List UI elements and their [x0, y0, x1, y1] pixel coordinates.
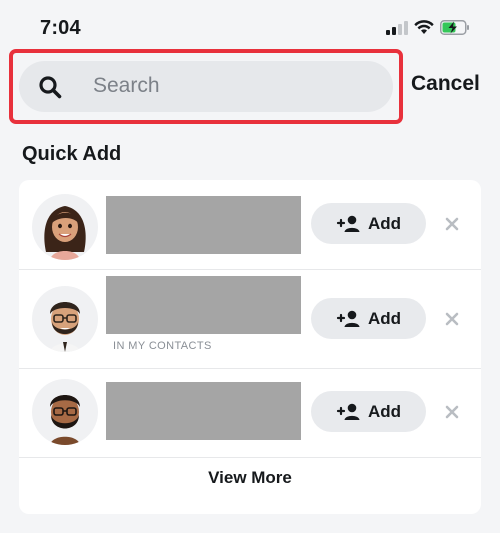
search-input[interactable]: Search [19, 61, 393, 112]
list-item: Add [19, 180, 481, 270]
avatar [32, 379, 98, 445]
contact-note: IN MY CONTACTS [113, 340, 212, 352]
avatar [32, 286, 98, 352]
cancel-button[interactable]: Cancel [411, 72, 480, 96]
status-time: 7:04 [40, 17, 81, 39]
redacted-name [106, 382, 301, 440]
search-placeholder: Search [93, 74, 160, 97]
add-friend-button[interactable]: Add [311, 298, 426, 339]
quick-add-card: Add IN MY CONTACTS Add Add View More [19, 180, 481, 514]
add-friend-button[interactable]: Add [311, 203, 426, 244]
quick-add-title: Quick Add [22, 143, 122, 165]
battery-charging-icon [440, 20, 469, 35]
add-label: Add [367, 213, 402, 233]
add-label: Add [367, 401, 402, 421]
list-item: Add [19, 369, 481, 459]
row-divider [19, 457, 481, 458]
close-icon[interactable] [443, 215, 461, 233]
male-bitmoji-avatar-glasses-icon [50, 302, 80, 352]
female-bitmoji-avatar-icon [44, 206, 86, 260]
avatar [32, 194, 98, 260]
close-icon[interactable] [443, 310, 461, 328]
add-friend-icon [336, 403, 360, 420]
list-item: IN MY CONTACTS Add [19, 270, 481, 360]
search-icon [39, 76, 62, 99]
add-friend-button[interactable]: Add [311, 391, 426, 432]
close-icon[interactable] [443, 403, 461, 421]
redacted-name [106, 196, 301, 254]
status-bar: 7:04 [0, 0, 500, 48]
male-bitmoji-avatar-beard-glasses-icon [50, 395, 80, 445]
add-friend-icon [336, 215, 360, 232]
status-icons [386, 20, 470, 35]
cellular-signal-icon [386, 20, 408, 35]
add-label: Add [367, 308, 402, 328]
redacted-name [106, 276, 301, 334]
wifi-icon [414, 20, 434, 34]
view-more-button[interactable]: View More [19, 468, 481, 488]
add-friend-icon [336, 310, 360, 327]
